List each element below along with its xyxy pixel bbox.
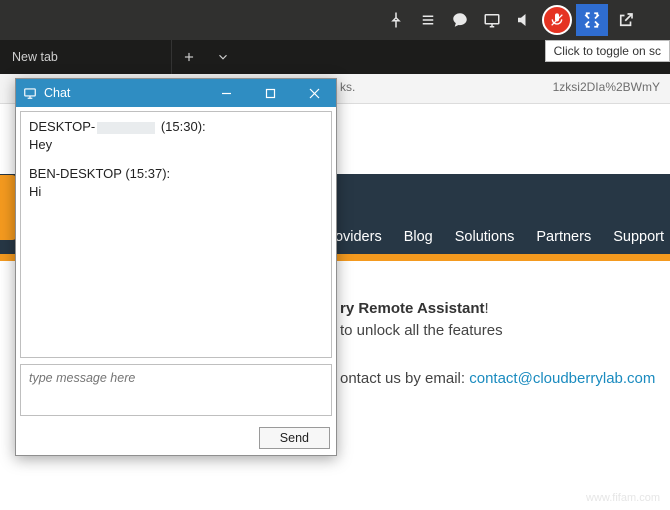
monitor-icon[interactable]: [478, 6, 506, 34]
chat-message-body: Hi: [29, 183, 323, 201]
page-subline: to unlock all the features: [340, 322, 660, 339]
url-bar-text[interactable]: ks. 1zksi2DIa%2BWmY: [340, 80, 660, 94]
maximize-button[interactable]: [248, 79, 292, 107]
browser-tabbar: New tab: [0, 40, 240, 74]
speaker-icon[interactable]: [510, 6, 538, 34]
chat-window: Chat DESKTOP- (15:30): Hey BEN-DESKTOP (…: [15, 78, 337, 456]
new-tab-button[interactable]: [172, 40, 206, 74]
tabs-menu-button[interactable]: [206, 40, 240, 74]
close-button[interactable]: [292, 79, 336, 107]
browser-tab[interactable]: New tab: [0, 40, 172, 74]
fit-screen-button[interactable]: [576, 4, 608, 36]
chat-input[interactable]: [20, 364, 332, 416]
chat-message-body: Hey: [29, 136, 323, 154]
contact-email-link[interactable]: contact@cloudberrylab.com: [469, 370, 655, 387]
chat-app-icon: [22, 85, 38, 101]
page-contact-line: ontact us by email: contact@cloudberryla…: [340, 370, 660, 387]
chat-log: DESKTOP- (15:30): Hey BEN-DESKTOP (15:37…: [20, 111, 332, 358]
chat-message: DESKTOP- (15:30): Hey: [29, 118, 323, 153]
nav-item[interactable]: Solutions: [455, 229, 515, 245]
page-headline: ry Remote Assistant!: [340, 300, 660, 317]
popout-icon[interactable]: [612, 6, 640, 34]
redacted-text: [97, 122, 155, 134]
list-icon[interactable]: [414, 6, 442, 34]
pin-icon[interactable]: [382, 6, 410, 34]
send-button[interactable]: Send: [259, 427, 330, 449]
nav-item[interactable]: Partners: [536, 229, 591, 245]
watermark: www.fifam.com: [586, 492, 660, 504]
site-nav-menu: e Providers Blog Solutions Partners Supp…: [308, 229, 664, 245]
chat-titlebar[interactable]: Chat: [16, 79, 336, 107]
nav-item[interactable]: Support: [613, 229, 664, 245]
chat-title-text: Chat: [44, 86, 70, 100]
chat-icon[interactable]: [446, 6, 474, 34]
remote-session-toolbar: [382, 4, 640, 36]
toolbar-tooltip: Click to toggle on sc: [545, 40, 670, 62]
mic-mute-button[interactable]: [542, 5, 572, 35]
chat-message: BEN-DESKTOP (15:37): Hi: [29, 165, 323, 200]
nav-item[interactable]: Blog: [404, 229, 433, 245]
tab-label: New tab: [12, 50, 58, 64]
minimize-button[interactable]: [204, 79, 248, 107]
